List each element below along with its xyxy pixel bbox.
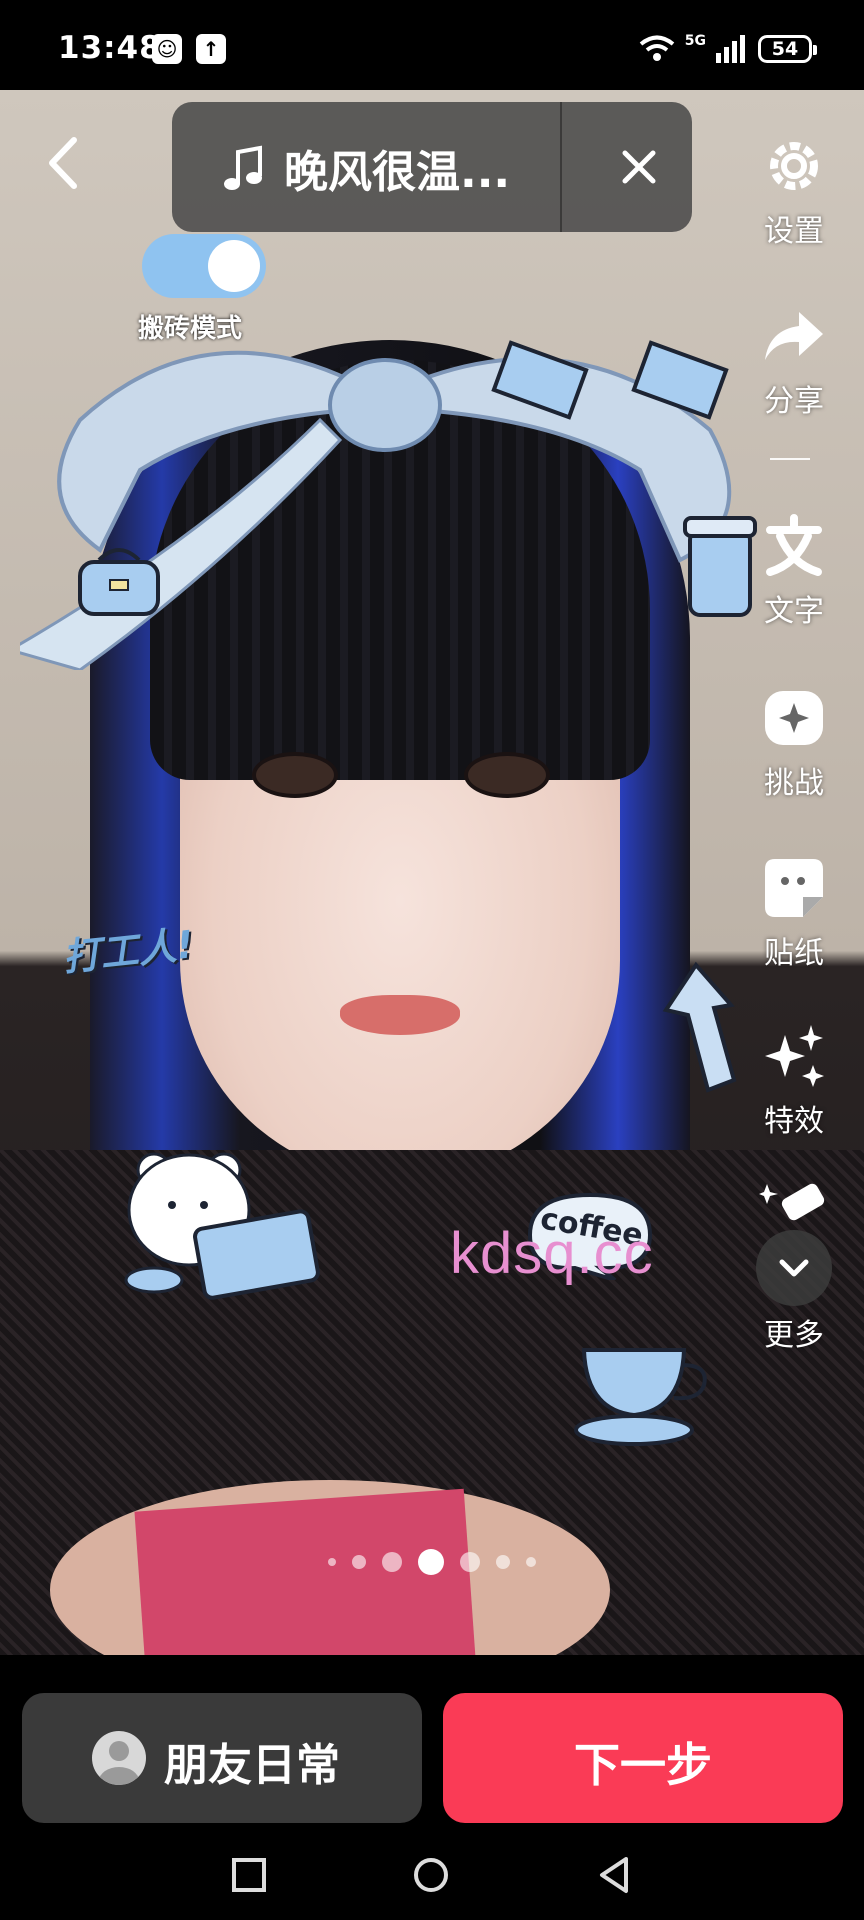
carousel-dot <box>352 1555 366 1569</box>
sticker-icon <box>765 859 823 917</box>
carousel-dot <box>328 1558 336 1566</box>
challenge-icon <box>765 691 823 745</box>
action-bar: 朋友日常 下一步 <box>0 1655 864 1830</box>
carousel-dot <box>496 1555 510 1569</box>
preview-right-eye <box>464 752 550 798</box>
back-nav-button[interactable] <box>590 1850 640 1900</box>
battery-level: 54 <box>771 38 799 60</box>
carousel-dots <box>0 1547 864 1577</box>
challenge-tool[interactable]: 挑战 <box>740 682 848 802</box>
carousel-dot <box>460 1552 480 1572</box>
sticker-tool[interactable]: 贴纸 <box>740 852 848 972</box>
system-nav-bar <box>0 1830 864 1920</box>
arrow-sticker <box>662 961 737 1093</box>
music-divider <box>560 102 562 232</box>
bow-sticker <box>20 340 732 670</box>
more-tool[interactable]: 更多 <box>740 1180 848 1354</box>
next-step-label: 下一步 <box>574 1738 712 1792</box>
bag-sticker <box>78 548 160 616</box>
text-icon <box>766 514 822 576</box>
home-button[interactable] <box>406 1850 456 1900</box>
text-tool[interactable]: 文字 <box>740 510 848 630</box>
signal-icon <box>716 35 745 63</box>
eraser-icon <box>759 1183 825 1221</box>
camera-preview[interactable]: 打工人! coffee kdsq.cc <box>0 90 864 1655</box>
coffee-cup-sticker <box>574 1348 707 1446</box>
effects-label: 特效 <box>764 1104 824 1139</box>
sticker-label: 贴纸 <box>764 936 824 971</box>
settings-tool[interactable]: 设置 <box>740 130 848 250</box>
chevron-down-icon <box>779 1259 809 1277</box>
carousel-dot <box>382 1552 402 1572</box>
back-button[interactable] <box>38 128 88 198</box>
avatar-icon <box>92 1731 146 1785</box>
work-mode-toggle[interactable] <box>142 234 266 298</box>
toolbar-divider <box>770 458 810 460</box>
sparkle-icon <box>765 1025 824 1087</box>
preview-left-eye <box>252 752 338 798</box>
close-music-button[interactable] <box>592 120 686 214</box>
settings-label: 设置 <box>764 214 824 249</box>
upload-icon: ↑ <box>196 34 226 64</box>
share-tool[interactable]: 分享 <box>740 300 848 420</box>
challenge-label: 挑战 <box>764 766 824 801</box>
gear-icon <box>770 142 818 190</box>
more-label: 更多 <box>764 1318 824 1353</box>
recents-button[interactable] <box>224 1850 274 1900</box>
qq-icon: ☺ <box>152 34 182 64</box>
toggle-knob <box>208 240 260 292</box>
network-type: 5G <box>684 33 706 49</box>
share-label: 分享 <box>764 384 824 419</box>
wifi-icon <box>639 35 675 61</box>
share-icon <box>765 312 823 360</box>
effects-tool[interactable]: 特效 <box>740 1020 848 1140</box>
friends-daily-button[interactable]: 朋友日常 <box>22 1693 422 1823</box>
preview-lips <box>340 995 460 1035</box>
carousel-dot <box>526 1557 536 1567</box>
watermark-text: kdsq.cc <box>450 1221 654 1286</box>
music-note-icon <box>224 145 262 190</box>
battery-indicator: 54 <box>758 35 817 63</box>
status-time: 13:48 <box>58 30 162 66</box>
text-label: 文字 <box>764 594 824 629</box>
status-bar: 13:48 ☺ ↑ 5G 54 <box>0 0 864 90</box>
music-selector[interactable]: 晚风很温... <box>172 102 692 232</box>
friends-daily-label: 朋友日常 <box>164 1740 340 1791</box>
status-indicators: 5G 54 <box>639 32 817 66</box>
carousel-dot-active <box>418 1549 444 1575</box>
music-title: 晚风很温... <box>284 147 511 198</box>
bear-laptop-sticker <box>124 1152 320 1300</box>
work-mode-label: 搬砖模式 <box>138 314 243 344</box>
next-step-button[interactable]: 下一步 <box>443 1693 843 1823</box>
